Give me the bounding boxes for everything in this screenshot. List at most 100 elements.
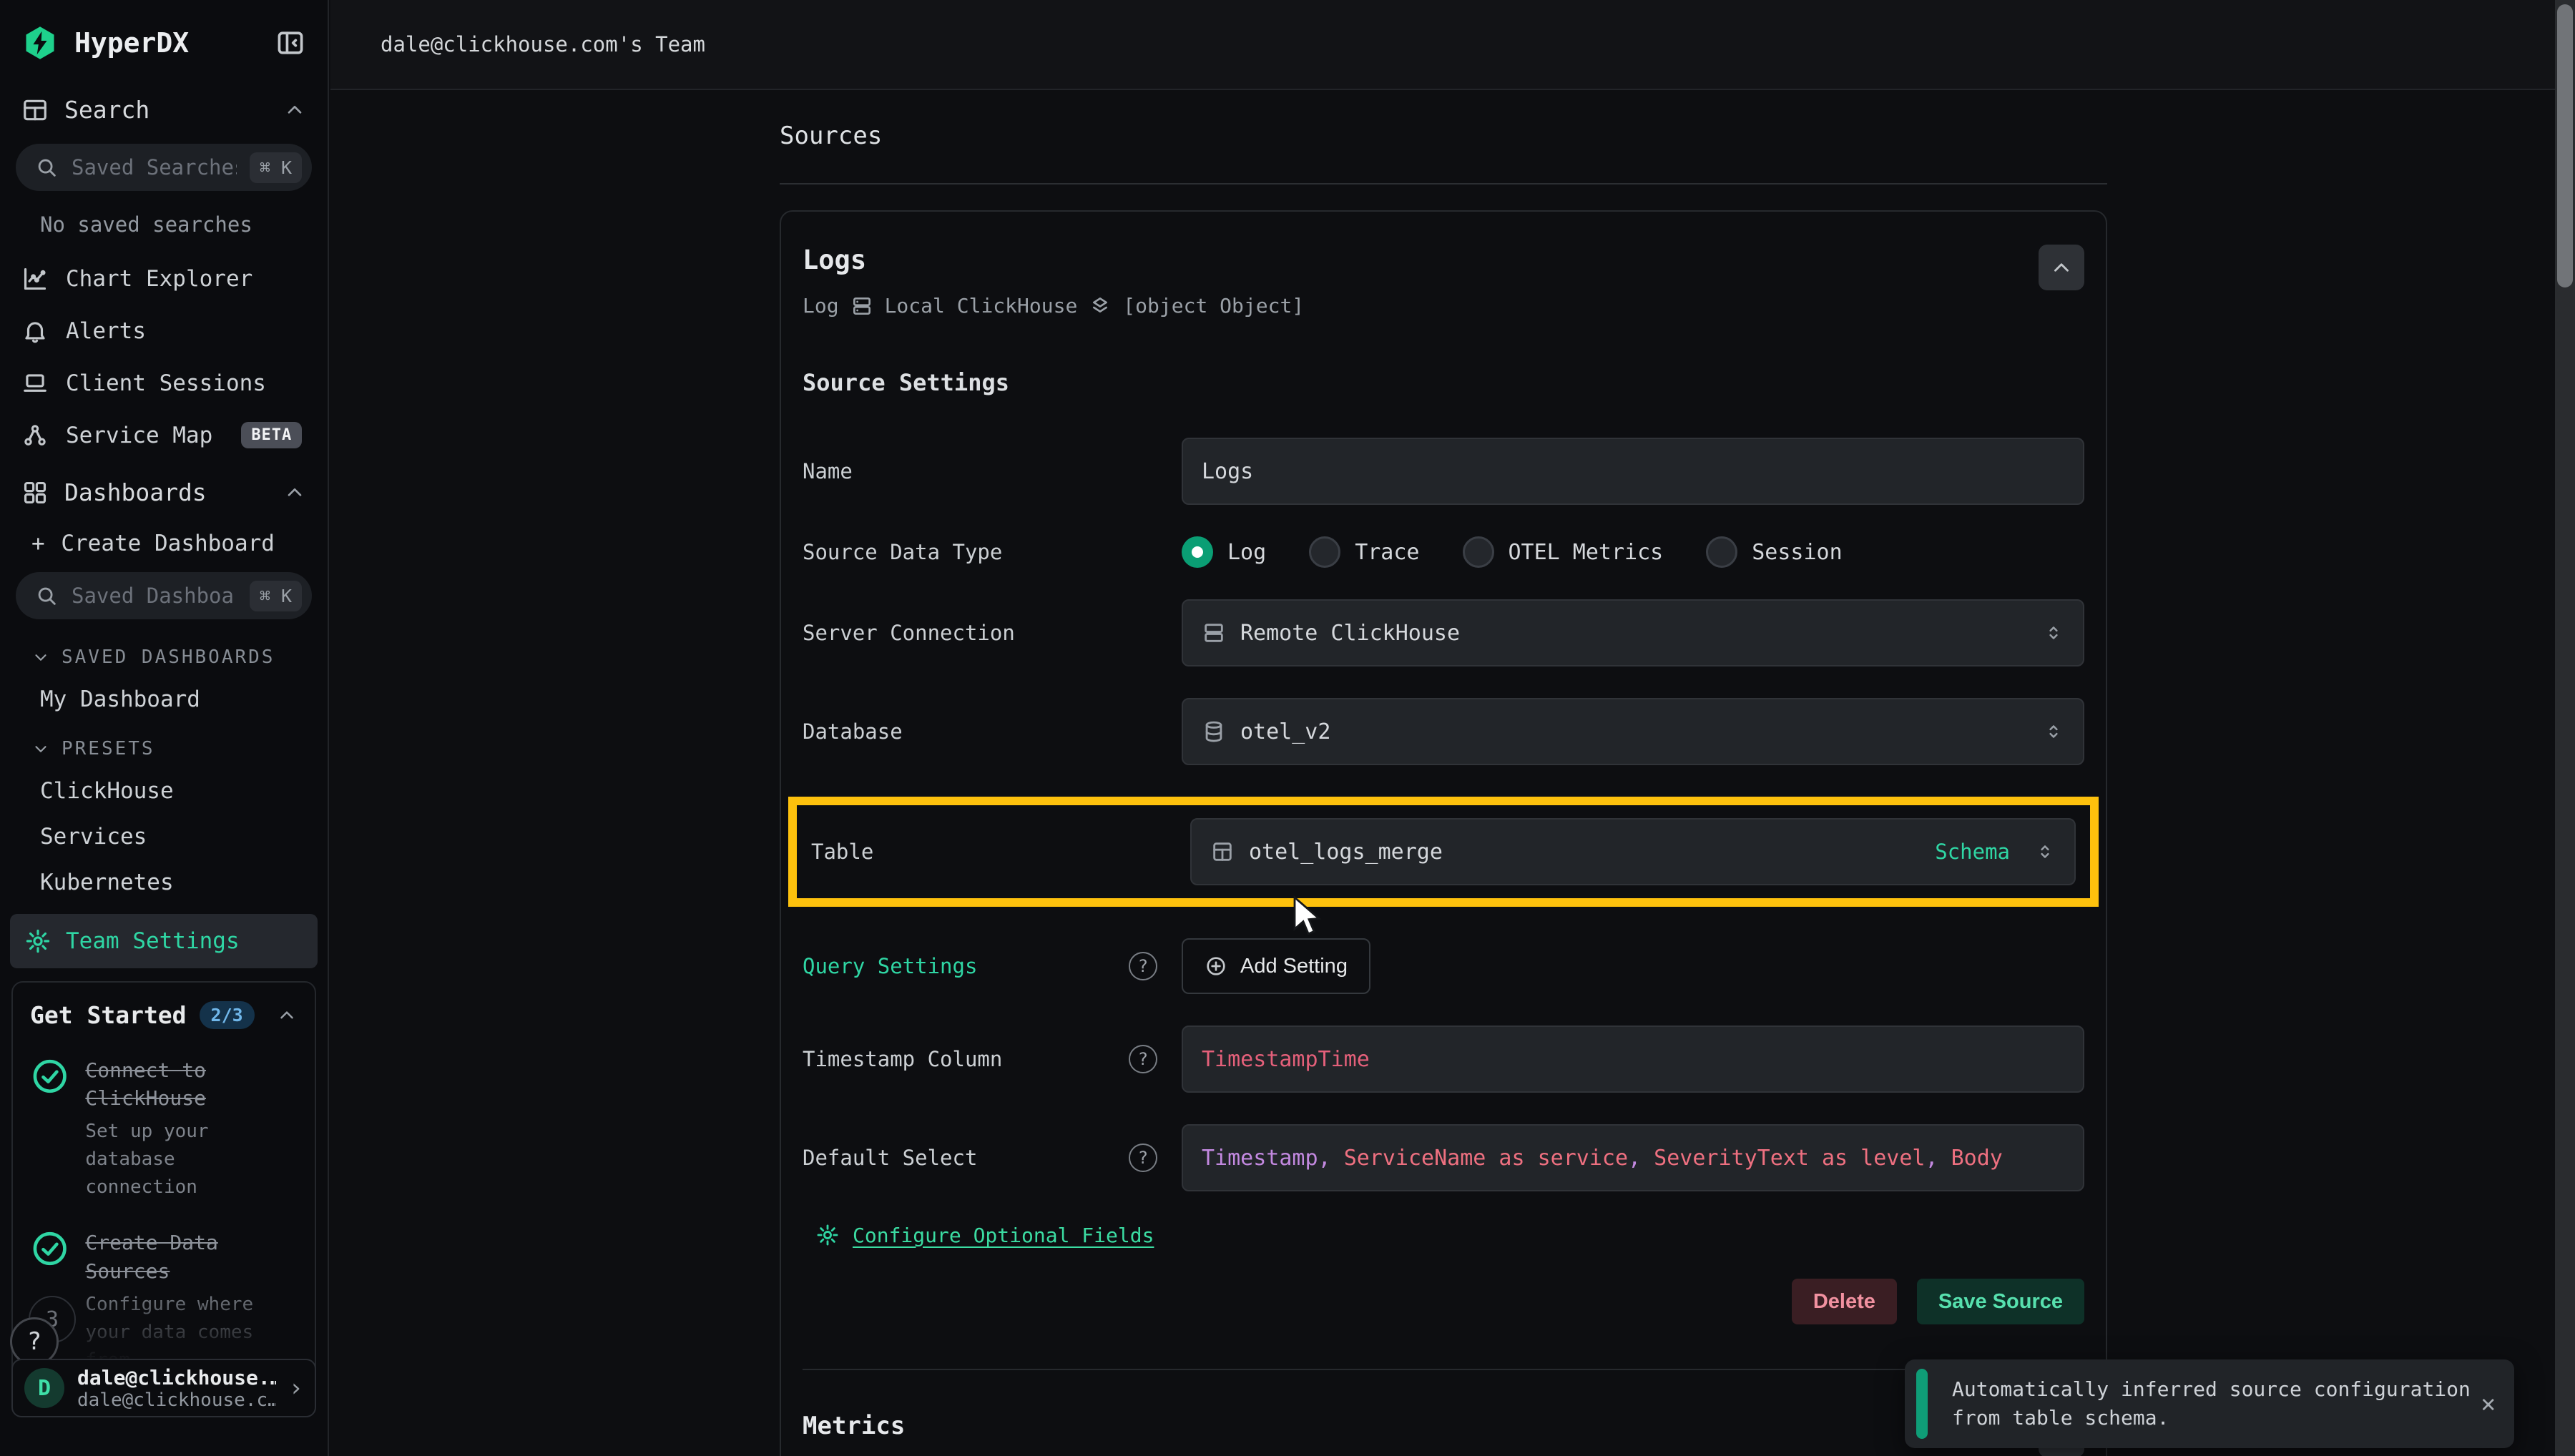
divider [780, 183, 2107, 185]
toast-message: Automatically inferred source configurat… [1952, 1375, 2450, 1404]
scrollbar-track[interactable] [2555, 0, 2575, 1456]
step-title: Create Data Sources [85, 1229, 298, 1284]
sidebar-item-my-dashboard[interactable]: My Dashboard [0, 677, 328, 722]
user-account-button[interactable]: D dale@clickhouse.… dale@clickhouse.c… › [11, 1359, 316, 1417]
sidebar-item-kubernetes[interactable]: Kubernetes [0, 860, 328, 905]
beta-badge: BETA [241, 422, 302, 448]
laptop-icon [21, 370, 49, 397]
timestamp-column-input[interactable]: TimestampTime [1182, 1025, 2084, 1093]
delete-button[interactable]: Delete [1792, 1279, 1897, 1324]
create-dashboard-button[interactable]: + Create Dashboard [0, 521, 328, 566]
page-title: dale@clickhouse.com's Team [381, 32, 705, 56]
nav-label: Dashboards [64, 478, 207, 506]
chevron-up-icon[interactable] [283, 481, 306, 504]
server-connection-label: Server Connection [803, 621, 1015, 645]
gear-icon [24, 928, 52, 955]
table-select[interactable]: otel_logs_merge Schema [1190, 818, 2076, 885]
sidebar-item-services[interactable]: Services [0, 814, 328, 860]
help-tooltip-icon[interactable]: ? [1129, 952, 1157, 980]
step-desc: Set up your database connection [85, 1118, 298, 1201]
sidebar-item-client-sessions[interactable]: Client Sessions [0, 357, 328, 409]
add-setting-button[interactable]: Add Setting [1182, 938, 1370, 994]
nav-label: Alerts [66, 318, 146, 344]
chevron-down-icon [31, 739, 50, 758]
search-icon [34, 155, 59, 179]
server-name: Local ClickHouse [885, 294, 1078, 318]
progress-badge: 2/3 [200, 1001, 255, 1029]
chevron-up-icon[interactable] [276, 1005, 298, 1026]
scrollbar-thumb[interactable] [2557, 4, 2573, 287]
chart-line-icon [21, 265, 49, 292]
source-settings-heading: Source Settings [803, 369, 2084, 396]
layers-icon [1089, 295, 1112, 318]
search-section-label: Search [64, 96, 149, 124]
saved-searches-placeholder: Saved Searches [72, 155, 237, 179]
default-select-label: Default Select [803, 1146, 977, 1170]
hyperdx-logo-icon [21, 24, 59, 62]
sidebar-item-dashboards[interactable]: Dashboards [0, 461, 328, 521]
nav-label: Service Map [66, 423, 212, 448]
shortcut-kbd: ⌘ K [250, 581, 302, 611]
toast-message: from table schema. [1952, 1404, 2450, 1432]
radio-label: Log [1227, 540, 1266, 565]
source-type-label: Log [803, 294, 839, 318]
server-connection-select[interactable]: Remote ClickHouse [1182, 599, 2084, 666]
default-select-input[interactable]: Timestamp, ServiceName as service, Sever… [1182, 1124, 2084, 1191]
toast-notification: Automatically inferred source configurat… [1905, 1359, 2514, 1448]
radio-trace[interactable] [1309, 536, 1340, 568]
shortcut-kbd: ⌘ K [250, 152, 302, 183]
bell-icon [21, 318, 49, 345]
radio-session[interactable] [1706, 536, 1737, 568]
check-circle-icon [30, 1229, 69, 1269]
saved-searches-input[interactable]: Saved Searches ⌘ K [16, 144, 312, 191]
group-presets[interactable]: PRESETS [0, 722, 328, 768]
metrics-section-title: Metrics [803, 1412, 2039, 1440]
query-settings-label: Query Settings [803, 954, 977, 978]
updown-chevrons-icon [2034, 841, 2056, 862]
avatar: D [24, 1368, 64, 1408]
collapse-logs-button[interactable] [2039, 245, 2084, 290]
group-saved-dashboards[interactable]: SAVED DASHBOARDS [0, 631, 328, 677]
plus-circle-icon [1205, 955, 1227, 978]
database-select[interactable]: otel_v2 [1182, 698, 2084, 765]
plus-icon: + [31, 531, 45, 556]
radio-log[interactable] [1182, 536, 1213, 568]
check-circle-icon [30, 1056, 69, 1096]
help-tooltip-icon[interactable]: ? [1129, 1045, 1157, 1073]
chevron-up-icon[interactable] [283, 99, 306, 122]
radio-label: Trace [1355, 540, 1419, 565]
sidebar-item-alerts[interactable]: Alerts [0, 305, 328, 357]
sidebar-item-search[interactable]: Search [0, 79, 328, 138]
sidebar-item-team-settings[interactable]: Team Settings [10, 914, 318, 968]
table-path: [object Object] [1123, 294, 1304, 318]
nav-label: Client Sessions [66, 370, 266, 396]
brand-title: HyperDX [74, 27, 259, 59]
schema-badge[interactable]: Schema [1935, 840, 2010, 864]
saved-dashboards-input[interactable]: Saved Dashboards ⌘ K [16, 572, 312, 619]
sidebar-item-chart-explorer[interactable]: Chart Explorer [0, 252, 328, 305]
name-input[interactable]: Logs [1182, 438, 2084, 505]
save-source-button[interactable]: Save Source [1917, 1279, 2084, 1324]
step-title: Connect to ClickHouse [85, 1056, 298, 1112]
close-icon[interactable]: ✕ [2481, 1389, 2496, 1418]
configure-optional-fields-link[interactable]: Configure Optional Fields [853, 1224, 1154, 1247]
sidebar-item-clickhouse[interactable]: ClickHouse [0, 768, 328, 814]
table-grid-icon [1210, 840, 1235, 864]
user-email: dale@clickhouse.c… [77, 1389, 276, 1411]
sidebar-item-service-map[interactable]: Service Map BETA [0, 409, 328, 461]
user-name: dale@clickhouse.… [77, 1366, 276, 1389]
radio-otel-metrics[interactable] [1463, 536, 1494, 568]
server-icon [1202, 621, 1226, 645]
table-row-highlight: Table otel_logs_merge Schema [788, 797, 2099, 907]
collapse-sidebar-icon[interactable] [275, 27, 306, 59]
gear-icon [815, 1223, 840, 1247]
help-tooltip-icon[interactable]: ? [1129, 1143, 1157, 1172]
get-started-step-connect[interactable]: Connect to ClickHouse Set up your databa… [30, 1056, 298, 1201]
get-started-title: Get Started [30, 1001, 187, 1029]
server-icon [850, 295, 873, 318]
radio-label: Session [1752, 540, 1842, 565]
saved-dashboards-placeholder: Saved Dashboards [72, 584, 237, 608]
nav-label: Chart Explorer [66, 266, 252, 292]
table-label: Table [811, 840, 873, 864]
sidebar: HyperDX Search Saved Searches ⌘ K No sav… [0, 0, 329, 1456]
